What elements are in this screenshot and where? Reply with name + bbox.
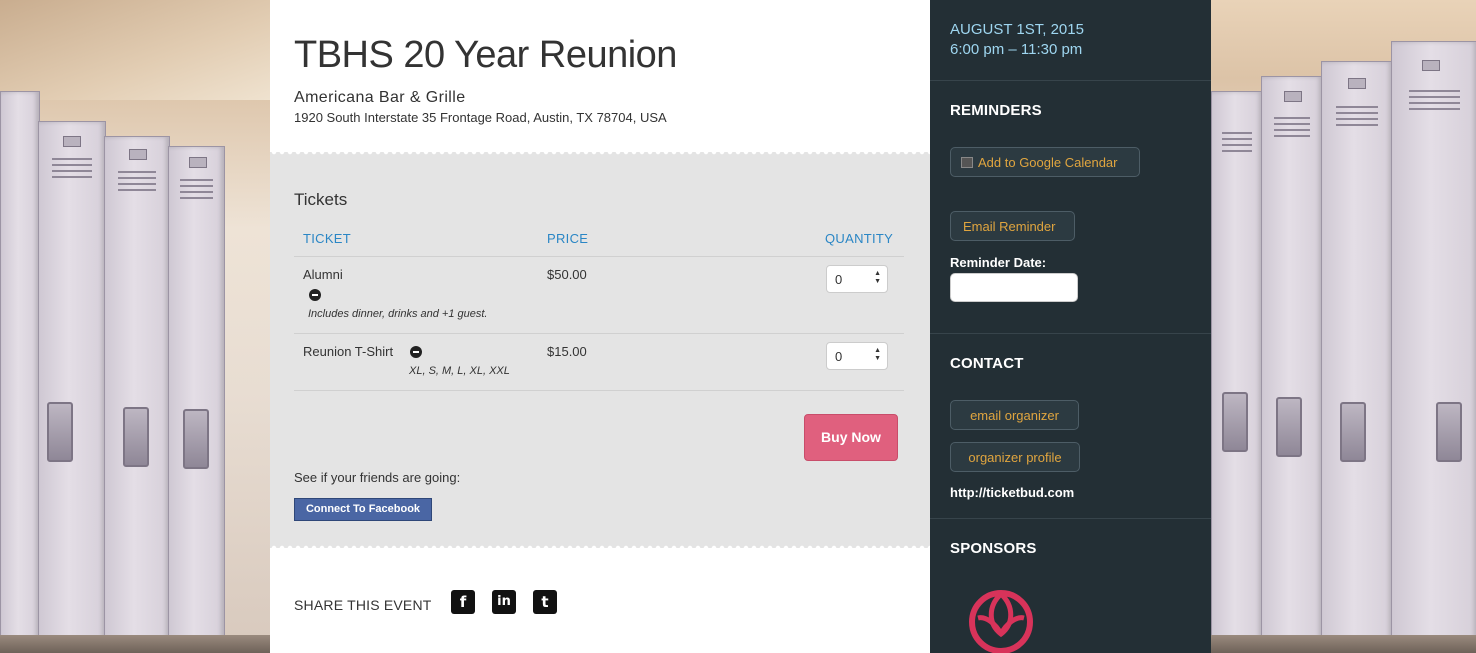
twitter-icon[interactable]: t (533, 590, 557, 614)
table-divider (294, 256, 904, 257)
ticket-price: $15.00 (547, 344, 587, 359)
google-calendar-label: Add to Google Calendar (978, 155, 1118, 170)
reminders-title: REMINDERS (950, 102, 1042, 119)
linkedin-icon[interactable]: in (492, 590, 516, 614)
sidebar-divider (930, 518, 1211, 519)
reminder-date-label: Reminder Date: (950, 255, 1047, 270)
select-arrows-icon: ▲ ▼ (874, 270, 881, 285)
collapse-description-icon[interactable] (410, 346, 422, 358)
add-to-google-calendar-button[interactable]: Add to Google Calendar (950, 147, 1140, 177)
table-divider (294, 390, 904, 391)
event-header: TBHS 20 Year Reunion Americana Bar & Gri… (270, 0, 930, 152)
friends-prompt: See if your friends are going: (294, 470, 461, 485)
organizer-website-link[interactable]: http://ticketbud.com (950, 485, 1074, 500)
column-header-price: PRICE (547, 231, 589, 246)
quantity-value: 0 (835, 272, 843, 287)
email-organizer-button[interactable]: email organizer (950, 400, 1079, 430)
quantity-value: 0 (835, 349, 843, 364)
venue-name: Americana Bar & Grille (294, 89, 466, 106)
facebook-icon[interactable]: f (451, 590, 475, 614)
column-header-quantity: QUANTITY (825, 231, 894, 246)
quantity-select[interactable]: 0 ▲ ▼ (826, 265, 888, 293)
background-lockers-right (1211, 0, 1476, 653)
calendar-icon (961, 157, 973, 168)
event-title: TBHS 20 Year Reunion (294, 34, 677, 76)
column-header-ticket: TICKET (303, 231, 352, 246)
sponsors-title: SPONSORS (950, 540, 1037, 557)
collapse-description-icon[interactable] (309, 289, 321, 301)
select-arrows-icon: ▲ ▼ (874, 347, 881, 362)
event-main-panel: TBHS 20 Year Reunion Americana Bar & Gri… (270, 0, 930, 653)
event-sidebar: AUGUST 1ST, 2015 6:00 pm – 11:30 pm REMI… (930, 0, 1211, 653)
ticket-name: Alumni (303, 267, 343, 282)
background-lockers-left (0, 0, 270, 653)
sponsor-logo[interactable] (966, 584, 1036, 653)
sidebar-divider (930, 80, 1211, 81)
email-reminder-button[interactable]: Email Reminder (950, 211, 1075, 241)
tickets-panel: Tickets TICKET PRICE QUANTITY Alumni Inc… (270, 152, 930, 548)
venue-address: 1920 South Interstate 35 Frontage Road, … (294, 110, 667, 125)
ticket-price: $50.00 (547, 267, 587, 282)
sidebar-divider (930, 333, 1211, 334)
ticket-name: Reunion T-Shirt (303, 344, 394, 359)
event-date: AUGUST 1ST, 2015 (950, 21, 1084, 38)
table-divider (294, 333, 904, 334)
share-label: SHARE THIS EVENT (294, 597, 432, 613)
event-time: 6:00 pm – 11:30 pm (950, 41, 1083, 58)
ticket-description: Includes dinner, drinks and +1 guest. (308, 308, 488, 320)
connect-facebook-button[interactable]: Connect To Facebook (294, 498, 432, 521)
contact-title: CONTACT (950, 355, 1024, 372)
tickets-heading: Tickets (294, 190, 348, 209)
reminder-date-input[interactable] (950, 273, 1078, 302)
ticket-description: XL, S, M, L, XL, XXL (409, 365, 510, 377)
buy-now-button[interactable]: Buy Now (804, 414, 898, 461)
quantity-select[interactable]: 0 ▲ ▼ (826, 342, 888, 370)
organizer-profile-button[interactable]: organizer profile (950, 442, 1080, 472)
